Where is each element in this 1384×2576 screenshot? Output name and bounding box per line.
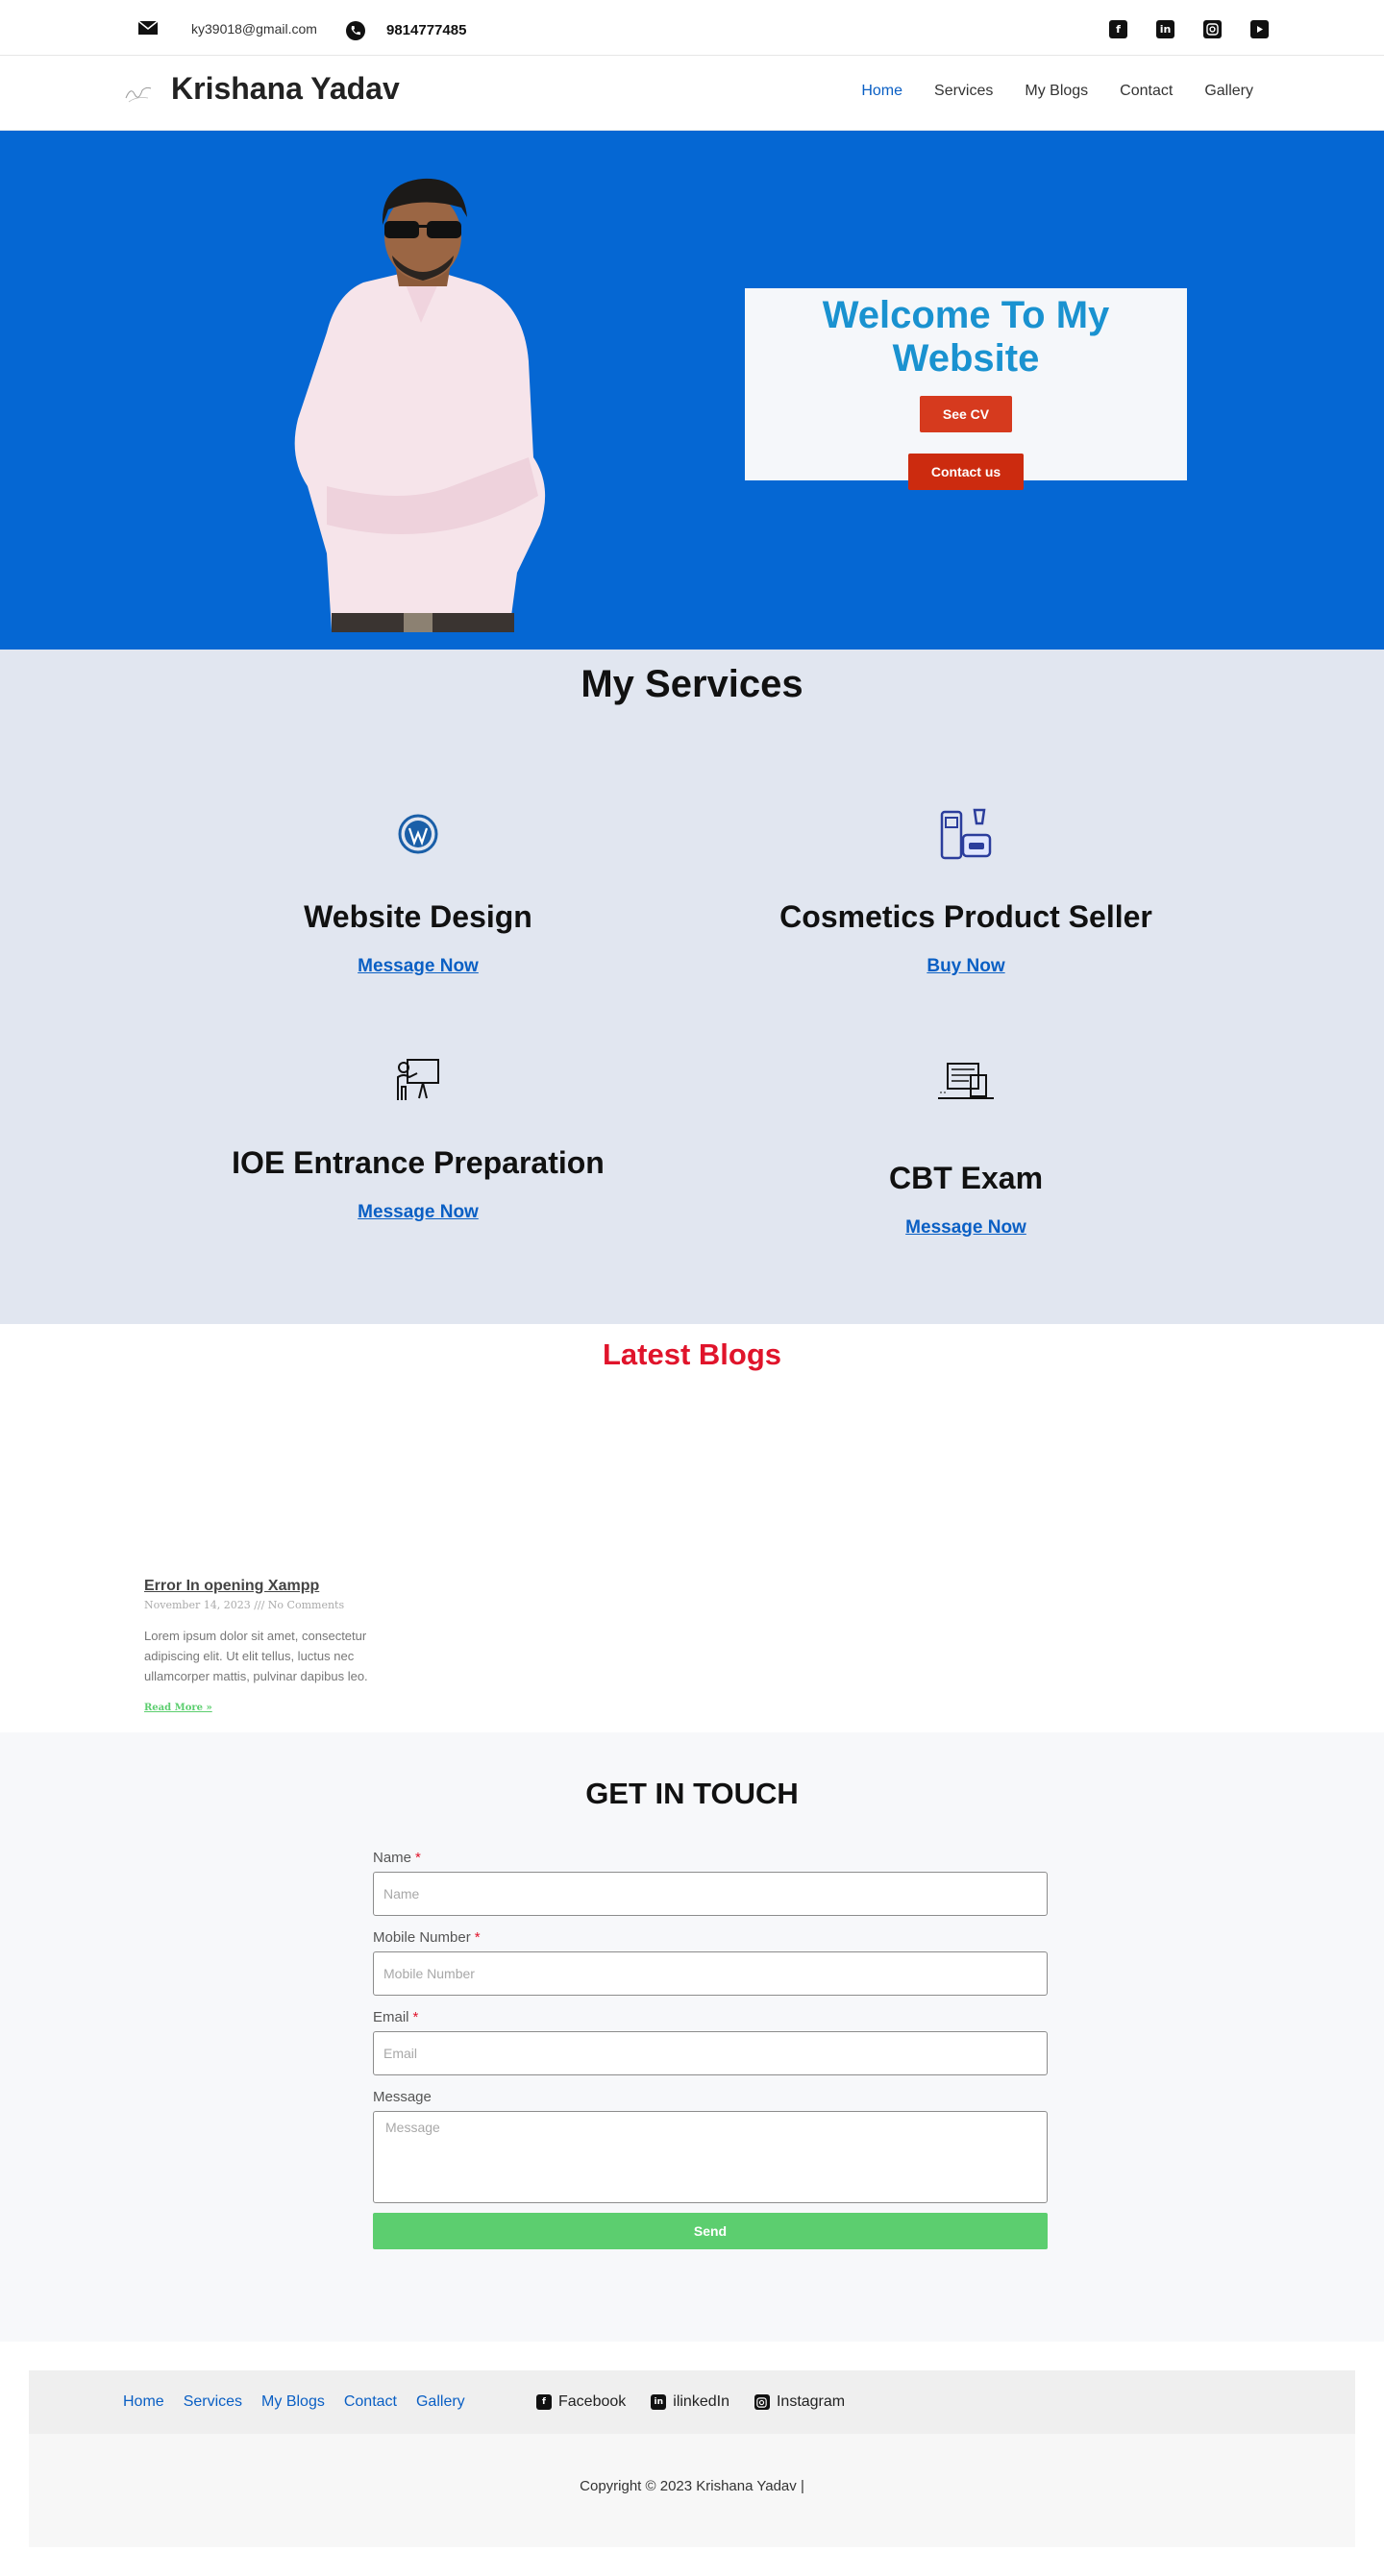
site-header: Krishana Yadav Home Services My Blogs Co…	[0, 56, 1384, 131]
footer-nav: Home Services My Blogs Contact Gallery	[123, 2393, 465, 2411]
required-mark: *	[415, 1850, 421, 1866]
message-label: Message	[373, 2089, 432, 2105]
service-card-cbt: CBT Exam Message Now	[716, 1049, 1216, 1239]
welcome-card: Welcome To My Website See CV Contact us	[745, 288, 1187, 490]
nav-my-blogs[interactable]: My Blogs	[1025, 83, 1088, 100]
service-card-cosmetics: Cosmetics Product Seller Buy Now	[716, 803, 1216, 977]
profile-photo	[294, 178, 546, 632]
contact-heading: GET IN TOUCH	[585, 1777, 799, 1810]
email-label: Email *	[373, 2009, 419, 2025]
message-now-link[interactable]: Message Now	[905, 1217, 1026, 1239]
nav-home[interactable]: Home	[861, 83, 902, 100]
see-cv-button[interactable]: See CV	[919, 396, 1013, 432]
footer-facebook-link[interactable]: f Facebook	[536, 2393, 626, 2411]
instagram-icon	[754, 2394, 770, 2410]
footer-nav-my-blogs[interactable]: My Blogs	[261, 2393, 325, 2411]
buy-now-link[interactable]: Buy Now	[927, 956, 1004, 977]
site-title[interactable]: Krishana Yadav	[171, 71, 400, 107]
linkedin-icon: in	[651, 2394, 667, 2410]
service-title: IOE Entrance Preparation	[232, 1145, 605, 1180]
footer-nav-gallery[interactable]: Gallery	[416, 2393, 465, 2411]
computer-exam-icon	[938, 1063, 994, 1099]
service-title: CBT Exam	[888, 1161, 1044, 1195]
email-field[interactable]	[373, 2031, 1048, 2075]
teacher-board-icon	[397, 1059, 439, 1100]
message-now-link[interactable]: Message Now	[358, 956, 479, 977]
cosmetics-icon	[940, 808, 992, 860]
message-now-link[interactable]: Message Now	[358, 1202, 479, 1223]
blog-post-title[interactable]: Error In opening Xampp	[144, 1578, 319, 1595]
facebook-square-icon: f	[536, 2394, 552, 2410]
copyright-text: Copyright © 2023 Krishana Yadav |	[580, 2478, 804, 2494]
top-bar: ky39018@gmail.com 9814777485 f in	[0, 0, 1384, 56]
nav-contact[interactable]: Contact	[1120, 83, 1173, 100]
required-mark: *	[412, 2009, 419, 2025]
phone-link[interactable]: 9814777485	[386, 22, 466, 38]
services-heading: My Services	[581, 663, 803, 705]
footer-linkedin-link[interactable]: in ilinkedIn	[651, 2393, 729, 2411]
phone-icon	[346, 21, 365, 40]
service-title: Cosmetics Product Seller	[779, 899, 1152, 934]
mobile-label: Mobile Number *	[373, 1929, 481, 1946]
blog-post-excerpt: Lorem ipsum dolor sit amet, consectetur …	[144, 1629, 368, 1683]
social-links: f in	[1109, 20, 1269, 38]
service-card-website-design: Website Design Message Now	[168, 803, 668, 977]
hero-section: Welcome To My Website See CV Contact us	[0, 131, 1384, 650]
email-link[interactable]: ky39018@gmail.com	[191, 21, 317, 37]
message-field[interactable]	[373, 2111, 1048, 2203]
blogs-section: Latest Blogs Error In opening Xampp Nove…	[0, 1324, 1384, 1732]
service-card-ioe: IOE Entrance Preparation Message Now	[168, 1049, 668, 1223]
read-more-link[interactable]: Read More »	[144, 1703, 212, 1713]
blog-post-meta: November 14, 2023 /// No Comments	[144, 1599, 345, 1611]
blogs-heading: Latest Blogs	[602, 1337, 782, 1371]
footer-top: Home Services My Blogs Contact Gallery f…	[29, 2370, 1355, 2434]
send-button[interactable]: Send	[373, 2213, 1048, 2249]
linkedin-icon[interactable]: in	[1156, 20, 1174, 38]
main-nav: Home Services My Blogs Contact Gallery	[861, 83, 1253, 100]
contact-form: Name* Mobile Number* Email* Message Send	[373, 1850, 1048, 2249]
contact-us-button[interactable]: Contact us	[907, 454, 1025, 490]
wordpress-icon	[398, 814, 438, 854]
instagram-icon[interactable]	[1203, 20, 1222, 38]
contact-section: GET IN TOUCH Name* Mobile Number* Email*…	[0, 1732, 1384, 2342]
footer-socials: f Facebook in ilinkedIn Instagram	[536, 2393, 845, 2411]
youtube-icon[interactable]	[1250, 20, 1269, 38]
footer-gap	[0, 2342, 1384, 2370]
services-section: My Services Website Design Message Now C…	[0, 650, 1384, 1324]
welcome-heading: Welcome To My Website	[822, 294, 1110, 380]
mail-icon	[138, 21, 158, 35]
name-field[interactable]	[373, 1872, 1048, 1916]
signature-logo[interactable]	[123, 77, 154, 108]
service-title: Website Design	[304, 899, 532, 934]
required-mark: *	[474, 1929, 481, 1946]
facebook-square-icon[interactable]: f	[1109, 20, 1127, 38]
footer-bottom: Copyright © 2023 Krishana Yadav |	[29, 2434, 1355, 2547]
nav-gallery[interactable]: Gallery	[1204, 83, 1253, 100]
nav-services[interactable]: Services	[934, 83, 993, 100]
mobile-number-field[interactable]	[373, 1951, 1048, 1996]
footer-nav-services[interactable]: Services	[184, 2393, 242, 2411]
name-label: Name *	[373, 1850, 421, 1866]
footer-nav-contact[interactable]: Contact	[344, 2393, 397, 2411]
footer-nav-home[interactable]: Home	[123, 2393, 164, 2411]
footer-instagram-link[interactable]: Instagram	[754, 2393, 845, 2411]
